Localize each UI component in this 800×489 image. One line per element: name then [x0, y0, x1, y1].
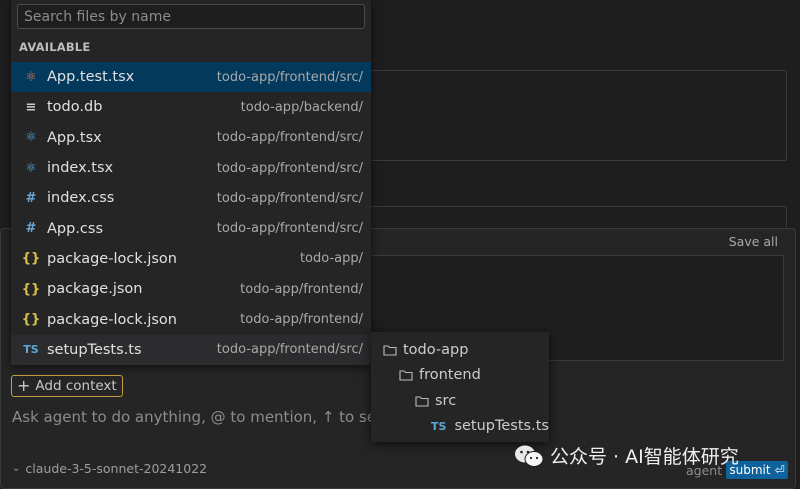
database-file-icon: ≡	[25, 99, 37, 115]
file-name: index.css	[47, 190, 115, 207]
plus-icon: +	[17, 376, 31, 395]
css-hash-icon: #	[25, 190, 37, 206]
tree-file: TS setupTests.ts	[431, 418, 549, 434]
file-row[interactable]: {} package-lock.json todo-app/frontend/	[11, 304, 371, 334]
model-selector[interactable]: ⌄ claude-3-5-sonnet-20241022	[12, 461, 207, 476]
add-context-label: Add context	[35, 378, 117, 394]
tree-label: todo-app	[403, 342, 469, 358]
folder-icon	[415, 395, 429, 407]
add-context-button[interactable]: + Add context	[11, 375, 123, 397]
file-row[interactable]: ≡ todo.db todo-app/backend/	[11, 92, 371, 122]
return-icon: ⏎	[774, 463, 785, 477]
tree-label: frontend	[419, 367, 481, 383]
json-braces-icon: {}	[21, 312, 41, 328]
folder-icon	[399, 369, 413, 381]
file-path: todo-app/	[299, 251, 363, 267]
tree-label: setupTests.ts	[454, 418, 549, 434]
file-picker-dropdown: Search files by name AVAILABLE ⚛ App.test…	[11, 0, 371, 365]
section-header: AVAILABLE	[19, 40, 91, 54]
tree-folder: frontend	[399, 367, 481, 383]
file-name: package-lock.json	[47, 311, 177, 328]
background-editor-panel	[370, 70, 787, 161]
file-path: todo-app/backend/	[240, 99, 363, 115]
file-name: package.json	[47, 281, 143, 298]
wechat-icon	[515, 445, 544, 467]
watermark: 公众号 · AI智能体研究	[514, 442, 739, 469]
file-row[interactable]: {} package-lock.json todo-app/	[11, 244, 371, 274]
typescript-icon: TS	[431, 419, 447, 433]
file-path: todo-app/frontend/src/	[216, 221, 363, 237]
tree-label: src	[435, 393, 457, 409]
file-path: todo-app/frontend/	[240, 281, 363, 297]
file-name: setupTests.ts	[47, 341, 142, 358]
file-name: App.css	[47, 220, 104, 237]
search-placeholder: Search files by name	[24, 8, 171, 25]
file-row[interactable]: # App.css todo-app/frontend/src/	[11, 213, 371, 243]
json-braces-icon: {}	[21, 251, 41, 267]
chat-input[interactable]: Ask agent to do anything, @ to mention, …	[12, 408, 398, 426]
tree-folder: todo-app	[383, 342, 468, 358]
file-name: App.tsx	[47, 129, 102, 146]
json-braces-icon: {}	[21, 281, 41, 297]
react-icon: ⚛	[25, 130, 37, 146]
file-path: todo-app/frontend/src/	[216, 160, 363, 176]
search-input[interactable]: Search files by name	[17, 4, 365, 29]
file-row[interactable]: # index.css todo-app/frontend/src/	[11, 183, 371, 213]
file-path: todo-app/frontend/src/	[216, 69, 363, 85]
file-path: todo-app/frontend/src/	[216, 190, 363, 206]
background-editor-panel-2	[370, 206, 787, 228]
file-path-tree-tooltip: todo-app frontend src TS setupTests.ts	[371, 332, 549, 442]
file-row[interactable]: {} package.json todo-app/frontend/	[11, 274, 371, 304]
typescript-icon: TS	[23, 343, 39, 357]
react-icon: ⚛	[25, 69, 37, 85]
file-path: todo-app/frontend/	[240, 312, 363, 328]
folder-icon	[383, 344, 397, 356]
file-path: todo-app/frontend/src/	[216, 342, 363, 358]
react-icon: ⚛	[25, 160, 37, 176]
file-path: todo-app/frontend/src/	[216, 130, 363, 146]
css-hash-icon: #	[25, 221, 37, 237]
file-name: package-lock.json	[47, 250, 177, 267]
file-row[interactable]: ⚛ index.tsx todo-app/frontend/src/	[11, 153, 371, 183]
chevron-down-icon: ⌄	[12, 463, 21, 474]
file-name: App.test.tsx	[47, 69, 135, 86]
file-row[interactable]: ⚛ App.tsx todo-app/frontend/src/	[11, 123, 371, 153]
file-name: todo.db	[47, 99, 103, 116]
model-name: claude-3-5-sonnet-20241022	[25, 461, 208, 476]
save-all-button[interactable]: Save all	[729, 234, 778, 249]
file-row[interactable]: ⚛ App.test.tsx todo-app/frontend/src/	[11, 62, 371, 93]
file-list: ⚛ App.test.tsx todo-app/frontend/src/ ≡ todo…	[11, 62, 371, 365]
tree-folder: src	[415, 393, 456, 409]
watermark-text: 公众号 · AI智能体研究	[550, 446, 739, 468]
file-name: index.tsx	[47, 160, 114, 177]
file-row[interactable]: TS setupTests.ts todo-app/frontend/src/	[11, 334, 371, 365]
